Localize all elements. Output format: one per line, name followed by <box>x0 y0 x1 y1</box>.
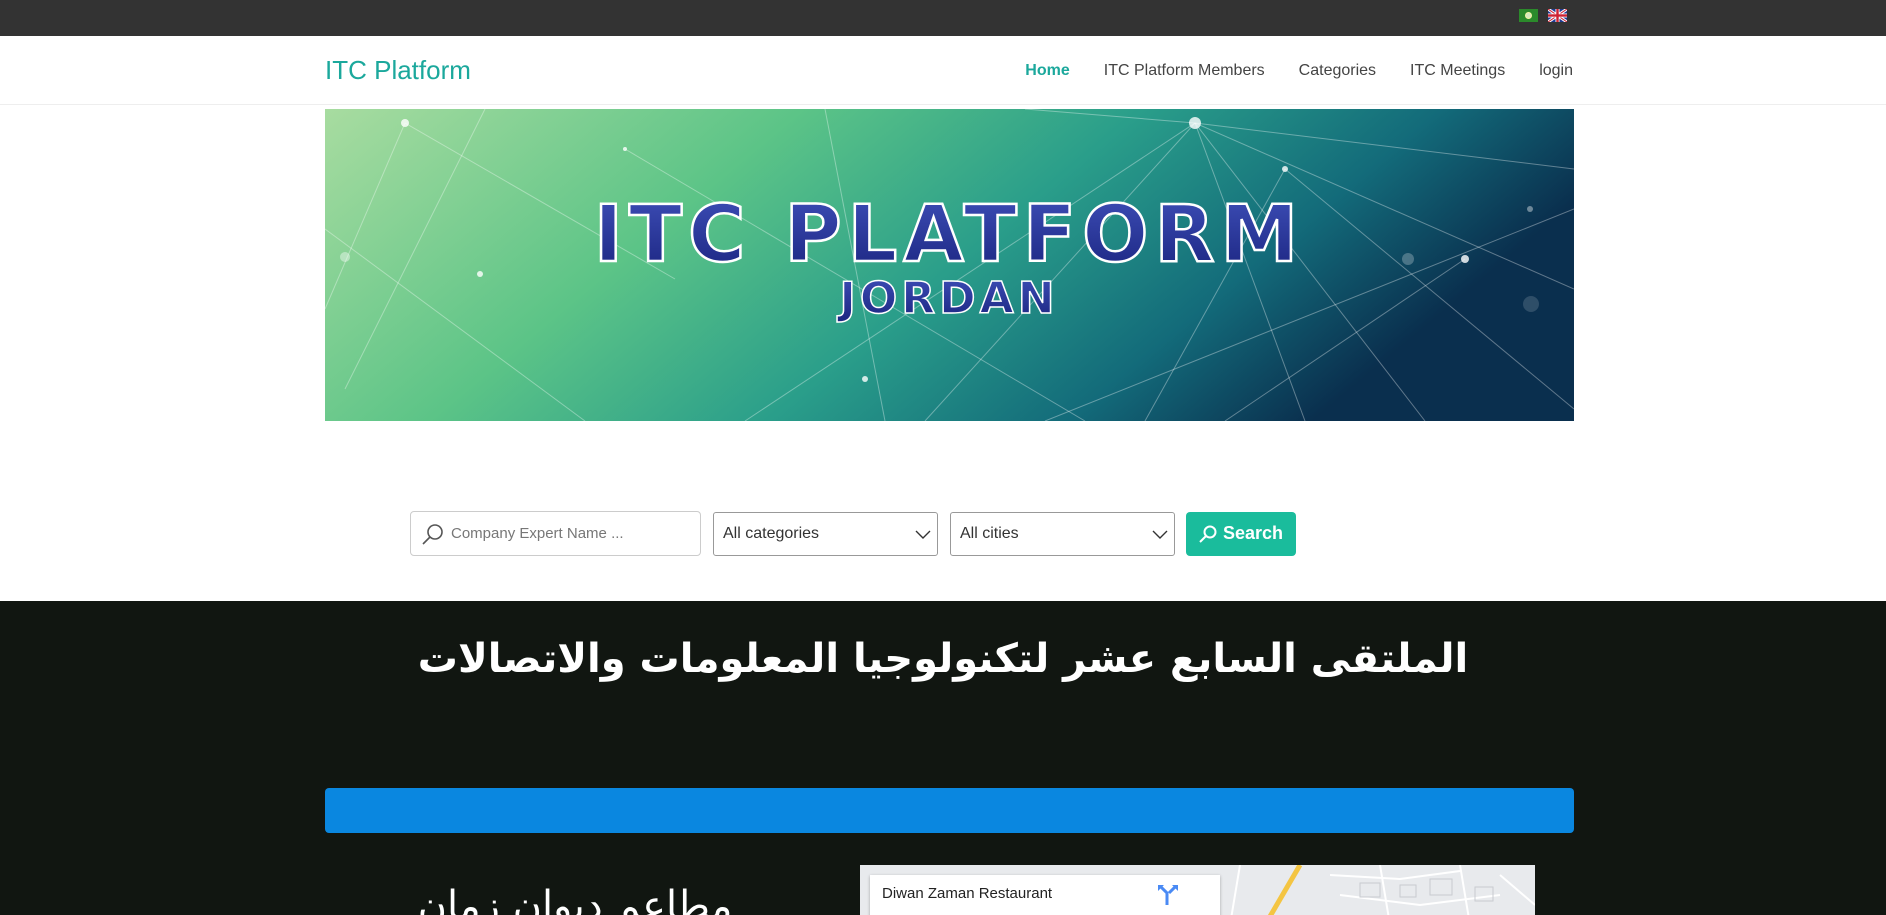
event-section: الملتقى السابع عشر لتكنولوجيا المعلومات … <box>0 601 1886 915</box>
venue-title: مطاعم ديوان زمان <box>417 883 733 915</box>
map-place-name: Diwan Zaman Restaurant <box>882 885 1053 902</box>
category-select-value: All categories <box>723 525 820 542</box>
search-input[interactable] <box>451 512 691 555</box>
uk-flag-icon[interactable] <box>1548 9 1567 22</box>
event-title: الملتقى السابع عشر لتكنولوجيا المعلومات … <box>417 636 1469 682</box>
map-place-card: Diwan Zaman Restaurant <box>870 875 1220 915</box>
banner-title: ITC PLATFORM <box>594 190 1304 280</box>
nav-members[interactable]: ITC Platform Members <box>1104 62 1265 79</box>
nav-meetings[interactable]: ITC Meetings <box>1410 62 1505 79</box>
event-bar <box>325 788 1574 833</box>
banner-subtitle: JORDAN <box>836 273 1058 324</box>
nav-categories[interactable]: Categories <box>1299 62 1376 79</box>
main-navbar: ITC Platform Home ITC Platform Members C… <box>0 36 1886 105</box>
city-select[interactable]: All cities <box>950 512 1175 556</box>
chevron-down-icon <box>915 526 931 547</box>
location-map[interactable]: Diwan Zaman Restaurant <box>860 865 1535 915</box>
nav-menu: Home ITC Platform Members Categories ITC… <box>1025 60 1573 82</box>
chevron-down-icon <box>1152 526 1168 547</box>
nav-login[interactable]: login <box>1539 62 1573 79</box>
search-field <box>410 511 701 556</box>
directions-icon[interactable] <box>1156 883 1180 912</box>
brand-link[interactable]: ITC Platform <box>325 54 471 86</box>
nav-home[interactable]: Home <box>1025 62 1069 79</box>
search-icon <box>1198 525 1218 549</box>
search-button[interactable]: Search <box>1186 512 1296 556</box>
search-icon <box>421 523 445 550</box>
arabic-flag-icon[interactable] <box>1519 9 1538 22</box>
top-bar <box>0 0 1886 36</box>
category-select[interactable]: All categories <box>713 512 938 556</box>
search-button-label: Search <box>1223 523 1284 543</box>
hero-banner: ITC PLATFORM JORDAN <box>325 109 1574 421</box>
city-select-value: All cities <box>960 525 1019 542</box>
